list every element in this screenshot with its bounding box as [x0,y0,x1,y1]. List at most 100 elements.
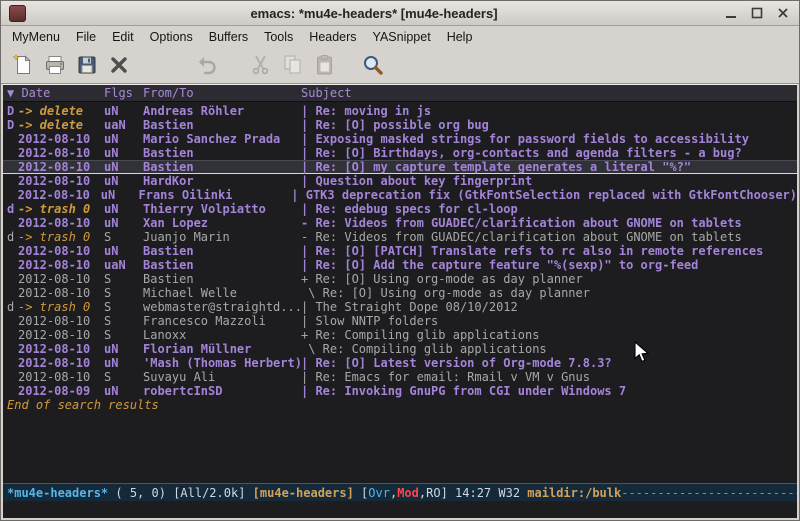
message-row[interactable]: 2012-08-10uNFlorian Müllner \ Re: Compil… [3,342,797,356]
message-row[interactable]: 2012-08-10uaNBastien| Re: [O] Add the ca… [3,258,797,272]
modeline-segment: W32 [498,486,527,500]
date-cell: 2012-08-10 [18,342,104,356]
mode-line[interactable]: *mu4e-headers* ( 5, 0) [All/2.0k] [mu4e-… [3,483,797,501]
menu-headers[interactable]: Headers [301,28,364,46]
message-row[interactable]: D-> deleteuNAndreas Röhler| Re: moving i… [3,104,797,118]
column-date[interactable]: ▼ Date [7,86,104,100]
from-cell: robertcInSD [143,384,301,398]
mark-cell [7,342,18,356]
flags-cell: uN [104,216,143,230]
subject-cell: \ Re: Compiling glib applications [301,342,797,356]
from-cell: Francesco Mazzoli [143,314,301,328]
message-row[interactable]: 2012-08-10uNBastien| Re: [O] [PATCH] Tra… [3,244,797,258]
message-row[interactable]: d-> trash 0Swebmaster@straightd...| The … [3,300,797,314]
message-row[interactable]: 2012-08-10SSuvayu Ali| Re: Emacs for ema… [3,370,797,384]
message-row[interactable]: 2012-08-10uNMario Sanchez Prada| Exposin… [3,132,797,146]
flags-cell: uN [104,342,143,356]
print-button[interactable] [39,50,71,80]
mark-cell [7,356,18,370]
copy-button[interactable] [277,50,309,80]
mark-cell [7,272,18,286]
menu-mymenu[interactable]: MyMenu [4,28,68,46]
save-icon [75,53,99,77]
subject-cell: | Slow NNTP folders [301,314,797,328]
message-row[interactable]: d-> trash 0SJuanjo Marin- Re: Videos fro… [3,230,797,244]
cut-button[interactable] [245,50,277,80]
undo-icon [195,53,219,77]
flags-cell: S [104,286,143,300]
message-row[interactable]: d-> trash 0uNThierry Volpiatto| Re: edeb… [3,202,797,216]
column-flags[interactable]: Flgs [104,86,143,100]
message-row[interactable]: D-> deleteuaNBastien| Re: [O] possible o… [3,118,797,132]
message-row[interactable]: 2012-08-10uNBastien| Re: [O] Birthdays, … [3,146,797,160]
paste-button[interactable] [309,50,341,80]
from-cell: Mario Sanchez Prada [143,132,301,146]
modeline-segment: RO [426,486,440,500]
subject-cell: | Re: [O] [PATCH] Translate refs to rc a… [301,244,797,258]
message-row[interactable]: 2012-08-10uN'Mash (Thomas Herbert)| Re: … [3,356,797,370]
flags-cell: uN [104,104,143,118]
date-cell: 2012-08-10 [18,314,104,328]
message-row[interactable]: 2012-08-10SFrancesco Mazzoli| Slow NNTP … [3,314,797,328]
subject-cell: - Re: Videos from GUADEC/clarification a… [301,216,797,230]
from-cell: Bastien [143,272,301,286]
message-row[interactable]: 2012-08-10SBastien+ Re: [O] Using org-mo… [3,272,797,286]
copy-icon [281,53,305,77]
menu-edit[interactable]: Edit [104,28,142,46]
maximize-button[interactable] [748,6,765,21]
search-button[interactable] [357,50,389,80]
date-cell: 2012-08-10 [18,272,104,286]
minimize-button[interactable] [722,6,739,21]
new-file-button[interactable] [7,50,39,80]
menu-help[interactable]: Help [439,28,481,46]
flags-cell: uN [104,244,143,258]
modeline-segment: Mod [397,486,419,500]
subject-cell: | GTK3 deprecation fix (GtkFontSelection… [291,188,797,202]
mark-cell [7,188,18,202]
menu-tools[interactable]: Tools [256,28,301,46]
menu-yasnippet[interactable]: YASnippet [365,28,439,46]
date-cell: 2012-08-09 [18,384,104,398]
message-row[interactable]: 2012-08-10uNFrans Oilinki| GTK3 deprecat… [3,188,797,202]
from-cell: webmaster@straightd... [143,300,301,314]
from-cell: Andreas Röhler [143,104,301,118]
window-menu-icon[interactable] [9,5,26,22]
subject-cell: | Re: edebug specs for cl-loop [301,202,797,216]
date-cell: 2012-08-10 [18,328,104,342]
message-row[interactable]: 2012-08-09uNrobertcInSD| Re: Invoking Gn… [3,384,797,398]
save-button[interactable] [71,50,103,80]
date-cell: 2012-08-10 [18,132,104,146]
message-row-selected[interactable]: 2012-08-10uNBastien| Re: [O] my capture … [3,160,797,174]
menu-buffers[interactable]: Buffers [201,28,256,46]
menu-file[interactable]: File [68,28,104,46]
mark-cell: d [7,230,18,244]
undo-button[interactable] [191,50,223,80]
modeline-segment: maildir:/bulk [527,486,621,500]
from-cell: Bastien [143,244,301,258]
maximize-icon [751,7,763,19]
mark-cell [7,286,18,300]
subject-cell: | Question about key fingerprint [301,174,797,188]
message-row[interactable]: 2012-08-10uNHardKor| Question about key … [3,174,797,188]
message-row[interactable]: 2012-08-10SLanoxx+ Re: Compiling glib ap… [3,328,797,342]
flags-cell: uN [104,384,143,398]
message-row[interactable]: 2012-08-10uNXan Lopez- Re: Videos from G… [3,216,797,230]
cut-icon [249,53,273,77]
message-list: D-> deleteuNAndreas Röhler| Re: moving i… [3,102,797,483]
date-cell: 2012-08-10 [18,258,104,272]
mu4e-headers-buffer: ▼ Date Flgs From/To Subject D-> deleteuN… [3,84,797,518]
flags-cell: uN [104,174,143,188]
column-subject[interactable]: Subject [301,86,797,100]
close-button[interactable] [774,6,791,21]
flags-cell: S [104,314,143,328]
message-row[interactable]: 2012-08-10SMichael Welle \ Re: [O] Using… [3,286,797,300]
subject-cell: + Re: [O] Using org-mode as day planner [301,272,797,286]
mark-cell: D [7,104,18,118]
from-cell: Bastien [143,258,301,272]
flags-cell: S [104,300,143,314]
column-from[interactable]: From/To [143,86,301,100]
close-buffer-button[interactable] [103,50,135,80]
from-cell: Michael Welle [143,286,301,300]
from-cell: Xan Lopez [143,216,301,230]
menu-options[interactable]: Options [142,28,201,46]
